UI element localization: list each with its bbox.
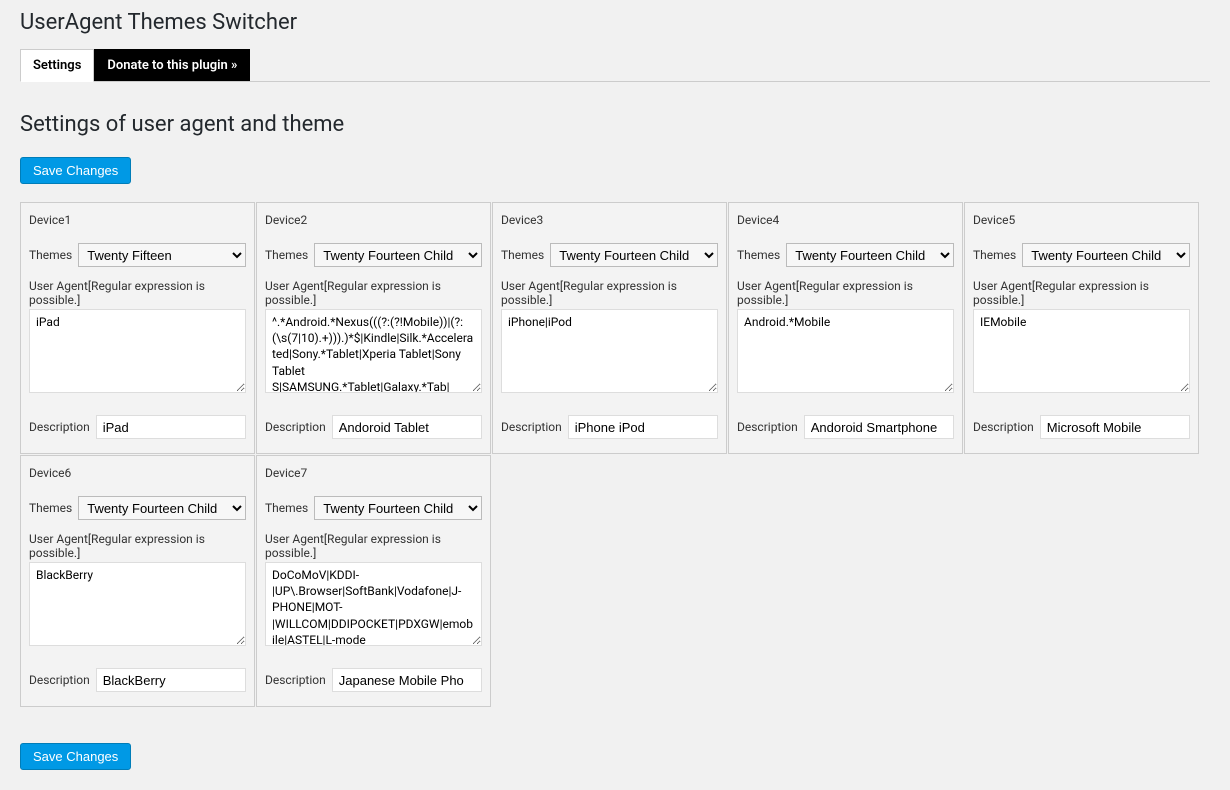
description-label: Description	[265, 673, 326, 687]
user-agent-label: User Agent[Regular expression is possibl…	[737, 279, 954, 307]
save-button-top[interactable]: Save Changes	[20, 157, 131, 184]
user-agent-textarea[interactable]	[265, 562, 482, 646]
description-row: Description	[265, 415, 482, 439]
device-title: Device5	[973, 213, 1190, 227]
themes-row: Themes Twenty Fourteen Child	[29, 496, 246, 520]
themes-label: Themes	[265, 248, 308, 262]
description-label: Description	[737, 420, 798, 434]
themes-label: Themes	[973, 248, 1016, 262]
user-agent-label: User Agent[Regular expression is possibl…	[29, 279, 246, 307]
device-title: Device7	[265, 466, 482, 480]
user-agent-label: User Agent[Regular expression is possibl…	[501, 279, 718, 307]
description-row: Description	[29, 415, 246, 439]
save-button-bottom[interactable]: Save Changes	[20, 743, 131, 770]
description-label: Description	[973, 420, 1034, 434]
description-input[interactable]	[96, 668, 246, 692]
device-title: Device2	[265, 213, 482, 227]
description-label: Description	[265, 420, 326, 434]
description-row: Description	[501, 415, 718, 439]
description-row: Description	[265, 668, 482, 692]
user-agent-textarea[interactable]	[265, 309, 482, 393]
device-card: Device5 Themes Twenty Fourteen Child User A…	[964, 202, 1199, 454]
themes-select[interactable]: Twenty Fourteen Child	[314, 243, 482, 267]
themes-select[interactable]: Twenty Fourteen Child	[786, 243, 954, 267]
themes-label: Themes	[265, 501, 308, 515]
user-agent-label: User Agent[Regular expression is possibl…	[265, 532, 482, 560]
description-label: Description	[29, 673, 90, 687]
user-agent-textarea[interactable]	[29, 562, 246, 646]
description-input[interactable]	[96, 415, 246, 439]
themes-select[interactable]: Twenty Fourteen Child	[550, 243, 718, 267]
tab-settings[interactable]: Settings	[20, 49, 94, 82]
tabs: Settings Donate to this plugin »	[20, 49, 1210, 82]
themes-row: Themes Twenty Fourteen Child	[973, 243, 1190, 267]
description-input[interactable]	[332, 415, 482, 439]
description-input[interactable]	[332, 668, 482, 692]
description-label: Description	[501, 420, 562, 434]
user-agent-label: User Agent[Regular expression is possibl…	[29, 532, 246, 560]
user-agent-textarea[interactable]	[973, 309, 1190, 393]
themes-label: Themes	[29, 501, 72, 515]
themes-row: Themes Twenty Fifteen	[29, 243, 246, 267]
themes-label: Themes	[737, 248, 780, 262]
device-title: Device1	[29, 213, 246, 227]
tab-donate[interactable]: Donate to this plugin »	[94, 49, 250, 81]
themes-select[interactable]: Twenty Fourteen Child	[314, 496, 482, 520]
device-card: Device6 Themes Twenty Fourteen Child User A…	[20, 455, 255, 707]
themes-row: Themes Twenty Fourteen Child	[265, 496, 482, 520]
user-agent-textarea[interactable]	[501, 309, 718, 393]
device-card: Device1 Themes Twenty Fifteen User Agent[Re…	[20, 202, 255, 454]
themes-select[interactable]: Twenty Fourteen Child	[78, 496, 246, 520]
themes-select[interactable]: Twenty Fourteen Child	[1022, 243, 1190, 267]
device-card: Device2 Themes Twenty Fourteen Child User A…	[256, 202, 491, 454]
themes-select[interactable]: Twenty Fifteen	[78, 243, 246, 267]
device-card: Device3 Themes Twenty Fourteen Child User A…	[492, 202, 727, 454]
page-title: UserAgent Themes Switcher	[20, 10, 1210, 35]
themes-row: Themes Twenty Fourteen Child	[501, 243, 718, 267]
themes-row: Themes Twenty Fourteen Child	[265, 243, 482, 267]
themes-label: Themes	[29, 248, 72, 262]
description-input[interactable]	[1040, 415, 1190, 439]
description-row: Description	[973, 415, 1190, 439]
device-title: Device6	[29, 466, 246, 480]
user-agent-label: User Agent[Regular expression is possibl…	[973, 279, 1190, 307]
themes-label: Themes	[501, 248, 544, 262]
user-agent-textarea[interactable]	[737, 309, 954, 393]
themes-row: Themes Twenty Fourteen Child	[737, 243, 954, 267]
device-title: Device4	[737, 213, 954, 227]
device-title: Device3	[501, 213, 718, 227]
section-title: Settings of user agent and theme	[20, 112, 1210, 137]
description-input[interactable]	[568, 415, 718, 439]
device-card: Device7 Themes Twenty Fourteen Child User A…	[256, 455, 491, 707]
description-input[interactable]	[804, 415, 954, 439]
description-row: Description	[29, 668, 246, 692]
description-row: Description	[737, 415, 954, 439]
user-agent-label: User Agent[Regular expression is possibl…	[265, 279, 482, 307]
device-grid: Device1 Themes Twenty Fifteen User Agent[Re…	[20, 202, 1210, 707]
device-card: Device4 Themes Twenty Fourteen Child User A…	[728, 202, 963, 454]
user-agent-textarea[interactable]	[29, 309, 246, 393]
description-label: Description	[29, 420, 90, 434]
